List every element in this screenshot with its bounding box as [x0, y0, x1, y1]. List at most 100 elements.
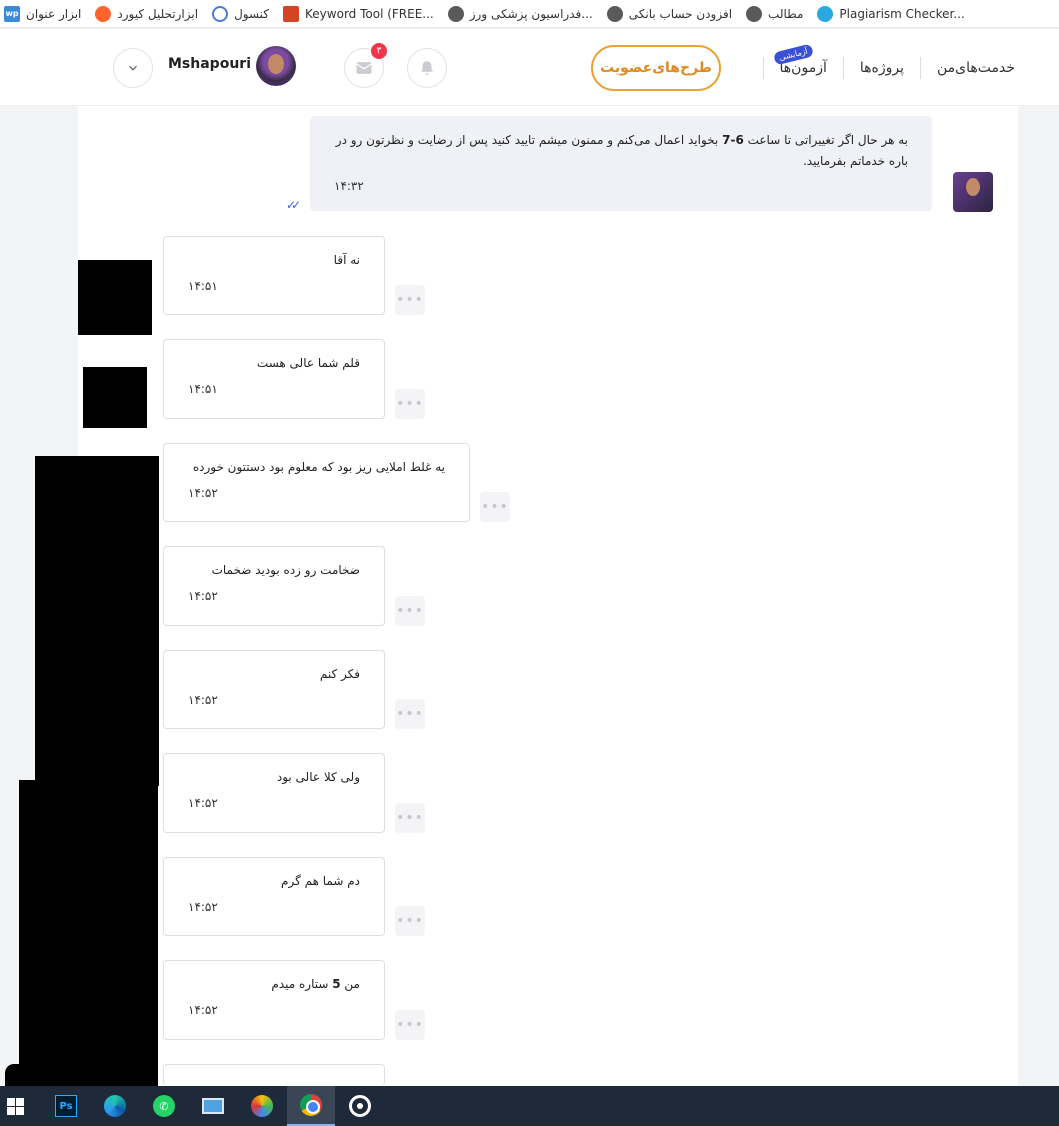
chrome-icon [300, 1094, 322, 1116]
nav-my-services[interactable]: خدمت‌های‌من [921, 60, 1031, 76]
message-time: ۱۴:۵۲ [188, 693, 218, 707]
message-bubble [163, 1064, 385, 1086]
bookmark-keyword-analysis[interactable]: ابزارتحلیل کیورد [95, 5, 198, 22]
message-bubble: من 5 ستاره میدم ۱۴:۵۲ [163, 960, 385, 1040]
redacted-area [35, 456, 159, 786]
message-text: فکر کنم [319, 667, 360, 681]
main-nav: خدمت‌های‌من پروژه‌ها آزمون‌ها آزمایشی [762, 29, 1031, 106]
edge-icon [104, 1095, 126, 1117]
globe-icon [447, 5, 464, 22]
message-options-button[interactable]: ••• [395, 285, 425, 315]
message-time: ۱۴:۵۲ [188, 900, 218, 914]
redacted-area [5, 1064, 23, 1086]
redacted-avatar [83, 367, 147, 428]
taskbar-whatsapp[interactable]: ✆ [140, 1086, 188, 1126]
message-bubble: یه غلط املایی ریز بود که معلوم بود دستتو… [163, 443, 470, 522]
computer-icon [202, 1098, 224, 1114]
plagiarism-checker-icon [817, 5, 834, 22]
mail-icon [356, 62, 372, 74]
message-text: نه آقا [333, 253, 360, 267]
photoshop-icon: Ps [55, 1095, 77, 1117]
taskbar-app[interactable] [238, 1086, 286, 1126]
semrush-icon [95, 5, 112, 22]
message-time: ۱۴:۵۲ [188, 589, 218, 603]
message-text: ضخامت رو زده بودید ضخمات [211, 563, 360, 577]
nav-exams[interactable]: آزمون‌ها آزمایشی [764, 42, 843, 76]
membership-plans-button[interactable]: طرح‌های‌عضویت [591, 45, 721, 91]
chevron-down-icon [129, 65, 137, 71]
site-header: خدمت‌های‌من پروژه‌ها آزمون‌ها آزمایشی طرح… [0, 29, 1059, 106]
message-text: من 5 ستاره میدم [271, 977, 360, 991]
globe-icon [606, 5, 623, 22]
app-icon [251, 1095, 273, 1117]
username[interactable]: Mshapouri [168, 56, 251, 72]
more-icon: ••• [396, 1017, 424, 1033]
bookmark-plagiarism-checker[interactable]: Plagiarism Checker... [817, 5, 965, 22]
bell-icon [421, 61, 433, 75]
message-time: ۱۴:۵۱ [188, 382, 218, 396]
redacted-avatar [78, 260, 152, 335]
message-options-button[interactable]: ••• [395, 803, 425, 833]
bookmark-console[interactable]: کنسول [212, 5, 269, 22]
taskbar-target-app[interactable] [336, 1086, 384, 1126]
message-bubble: ضخامت رو زده بودید ضخمات ۱۴:۵۲ [163, 546, 385, 626]
own-message-time: ۱۴:۳۲ [334, 179, 364, 193]
message-time: ۱۴:۵۲ [188, 486, 218, 500]
bookmark-articles[interactable]: مطالب [746, 5, 803, 22]
bookmark-title-tool[interactable]: wp ابزار عنوان [4, 5, 81, 22]
windows-icon [6, 1097, 24, 1115]
double-check-icon: ✓✓ [286, 198, 301, 212]
more-icon: ••• [396, 913, 424, 929]
nav-projects[interactable]: پروژه‌ها [844, 60, 920, 76]
message-text: قلم شما عالی هست [256, 356, 360, 370]
bookmarks-bar: wp ابزار عنوان ابزارتحلیل کیورد کنسول Key… [0, 0, 1059, 28]
bookmark-bank-account[interactable]: افزودن حساب بانکی [606, 5, 732, 22]
redacted-area [19, 780, 158, 1086]
console-icon [212, 5, 229, 22]
message-text: ولی کلا عالی بود [276, 770, 360, 784]
message-time: ۱۴:۵۲ [188, 796, 218, 810]
taskbar-chrome[interactable] [287, 1086, 335, 1126]
message-options-button[interactable]: ••• [395, 596, 425, 626]
own-message-text: به هر حال اگر تغییراتی تا ساعت 6-7 بخوای… [335, 133, 908, 168]
globe-icon [746, 5, 763, 22]
more-icon: ••• [396, 292, 424, 308]
message-bubble: فکر کنم ۱۴:۵۲ [163, 650, 385, 729]
whatsapp-icon: ✆ [153, 1095, 175, 1117]
target-icon [349, 1095, 371, 1117]
notifications-button[interactable] [407, 48, 447, 88]
more-icon: ••• [396, 396, 424, 412]
message-options-button[interactable]: ••• [395, 699, 425, 729]
user-menu-toggle[interactable] [113, 48, 153, 88]
taskbar-photoshop[interactable]: Ps [42, 1086, 90, 1126]
bookmark-federation[interactable]: فدراسیون پزشکی ورز... [447, 5, 593, 22]
keyword-tool-icon [283, 5, 300, 22]
more-icon: ••• [396, 810, 424, 826]
bookmark-keyword-tool[interactable]: Keyword Tool (FREE... [283, 5, 434, 22]
message-text: یه غلط املایی ریز بود که معلوم بود دستتو… [192, 460, 445, 474]
message-options-button[interactable]: ••• [395, 906, 425, 936]
unread-count-badge: ۳ [371, 43, 387, 59]
message-bubble: ولی کلا عالی بود ۱۴:۵۲ [163, 753, 385, 833]
message-options-button[interactable]: ••• [395, 1010, 425, 1040]
message-bubble: دم شما هم گرم ۱۴:۵۲ [163, 857, 385, 936]
messages-button[interactable]: ۳ [344, 43, 387, 88]
more-icon: ••• [481, 499, 509, 515]
taskbar-edge[interactable] [91, 1086, 139, 1126]
start-button[interactable] [0, 1086, 39, 1126]
own-avatar [953, 172, 993, 212]
message-options-button[interactable]: ••• [480, 492, 510, 522]
message-time: ۱۴:۵۱ [188, 279, 218, 293]
user-avatar[interactable] [256, 46, 296, 86]
message-bubble: قلم شما عالی هست ۱۴:۵۱ [163, 339, 385, 419]
taskbar-this-pc[interactable] [189, 1086, 237, 1126]
more-icon: ••• [396, 603, 424, 619]
own-message-bubble: به هر حال اگر تغییراتی تا ساعت 6-7 بخوای… [310, 116, 932, 211]
more-icon: ••• [396, 706, 424, 722]
message-bubble: نه آقا ۱۴:۵۱ [163, 236, 385, 315]
message-text: دم شما هم گرم [281, 874, 360, 888]
windows-taskbar: Ps ✆ [0, 1086, 1059, 1126]
message-options-button[interactable]: ••• [395, 389, 425, 419]
wp-icon: wp [4, 5, 20, 22]
message-time: ۱۴:۵۲ [188, 1003, 218, 1017]
